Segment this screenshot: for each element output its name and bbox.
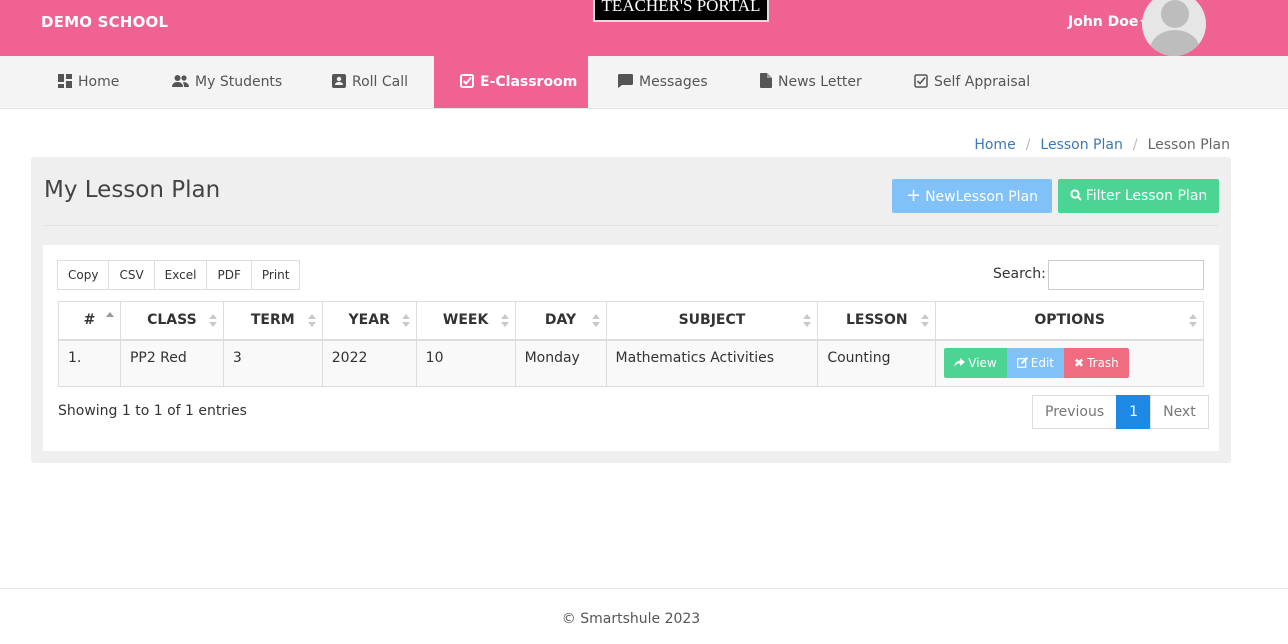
sort-icon (803, 314, 812, 328)
column-header-day[interactable]: DAY (514, 301, 607, 341)
sort-asc-icon (105, 312, 114, 326)
sort-icon (591, 314, 600, 328)
sort-icon (921, 314, 930, 328)
cell-class: PP2 Red (119, 339, 224, 387)
cell-lesson: Counting (817, 339, 937, 387)
cell-week: 10 (415, 339, 516, 387)
copyright-text: © Smartshule 2023 (561, 611, 701, 627)
cell-year: 2022 (321, 339, 417, 387)
share-arrow-icon (954, 358, 966, 368)
search-label: Search: (993, 266, 1046, 282)
column-header-lesson[interactable]: LESSON (817, 301, 937, 341)
export-buttons: Copy CSV Excel PDF Print (57, 260, 301, 290)
breadcrumb: Home / Lesson Plan / Lesson Plan (974, 137, 1230, 153)
breadcrumb-lesson-plan[interactable]: Lesson Plan (1040, 137, 1122, 153)
school-name[interactable]: DEMO SCHOOL (41, 13, 168, 31)
nav-label: My Students (195, 74, 283, 90)
column-header-options[interactable]: OPTIONS (935, 301, 1204, 341)
new-lesson-plan-button[interactable]: + NewLesson Plan (892, 179, 1052, 213)
divider (44, 225, 1218, 226)
trash-button[interactable]: ✖ Trash (1064, 348, 1129, 379)
filter-lesson-plan-button[interactable]: Filter Lesson Plan (1058, 179, 1219, 213)
next-page-button[interactable]: Next (1150, 395, 1209, 429)
nav-label: News Letter (778, 74, 862, 90)
column-header-week[interactable]: WEEK (415, 301, 516, 341)
view-button[interactable]: View (944, 348, 1007, 379)
nav-label: Self Appraisal (934, 74, 1031, 90)
breadcrumb-current: Lesson Plan (1147, 137, 1230, 153)
table-header-row: # CLASS TERM YEAR WEEK DAY SUBJECT LESSO… (58, 301, 1204, 341)
people-icon (172, 75, 189, 87)
search-input[interactable] (1048, 260, 1204, 290)
nav-item-self-appraisal[interactable]: Self Appraisal (914, 56, 1030, 108)
cell-subject: Mathematics Activities (605, 339, 819, 387)
table-row: 1. PP2 Red 3 2022 10 Monday Mathematics … (58, 339, 1204, 387)
checkbox-icon (460, 74, 474, 88)
search-icon (1070, 189, 1082, 201)
avatar[interactable] (1142, 0, 1206, 56)
contact-card-icon (332, 74, 346, 88)
nav-label: Messages (639, 74, 708, 90)
cell-day: Monday (514, 339, 607, 387)
sort-icon (307, 314, 316, 328)
column-header-subject[interactable]: SUBJECT (605, 301, 819, 341)
dashboard-icon (58, 74, 72, 88)
nav-label: Roll Call (352, 74, 409, 90)
pdf-button[interactable]: PDF (206, 260, 252, 290)
pagination: Previous 1 Next (1032, 395, 1209, 429)
checkbox-icon (914, 74, 928, 88)
previous-page-button[interactable]: Previous (1032, 395, 1118, 429)
column-header-class[interactable]: CLASS (119, 301, 224, 341)
table-card: Copy CSV Excel PDF Print Search: # CLASS… (43, 245, 1219, 451)
page-1-button[interactable]: 1 (1116, 395, 1152, 429)
nav-item-roll-call[interactable]: Roll Call (332, 56, 408, 108)
page-title: My Lesson Plan (44, 177, 221, 203)
excel-button[interactable]: Excel (153, 260, 208, 290)
column-header-number[interactable]: # (58, 301, 121, 341)
nav-label: E-Classroom (480, 74, 578, 90)
nav-item-news-letter[interactable]: News Letter (760, 56, 862, 108)
nav-label: Home (78, 74, 120, 90)
cell-number: 1. (58, 339, 121, 387)
edit-button[interactable]: Edit (1006, 348, 1064, 379)
column-header-term[interactable]: TERM (222, 301, 323, 341)
nav-item-home[interactable]: Home (58, 56, 119, 108)
nav-item-messages[interactable]: Messages (618, 56, 708, 108)
nav-item-my-students[interactable]: My Students (172, 56, 282, 108)
column-header-year[interactable]: YEAR (321, 301, 417, 341)
edit-icon (1016, 357, 1028, 369)
lesson-plan-panel: My Lesson Plan + NewLesson Plan Filter Le… (31, 157, 1231, 463)
breadcrumb-home[interactable]: Home (974, 137, 1015, 153)
footer: © Smartshule 2023 (0, 588, 1288, 644)
sort-icon (1189, 314, 1197, 328)
main-nav: Home My Students Roll Call E-Classroom M… (0, 56, 1288, 109)
user-name: John Doe (1068, 14, 1139, 30)
lesson-plan-table: # CLASS TERM YEAR WEEK DAY SUBJECT LESSO… (58, 301, 1204, 387)
top-header: DEMO SCHOOL TEACHER'S PORTAL John Doe (0, 0, 1288, 56)
chat-icon (618, 74, 633, 88)
document-icon (760, 73, 772, 88)
portal-title: TEACHER'S PORTAL (593, 0, 769, 22)
sort-icon (208, 314, 217, 328)
close-icon: ✖ (1074, 356, 1085, 371)
table-info: Showing 1 to 1 of 1 entries (58, 403, 247, 419)
sort-icon (401, 314, 410, 328)
cell-options: View Edit ✖ Trash (935, 339, 1204, 387)
cell-term: 3 (222, 339, 323, 387)
sort-icon (500, 314, 509, 328)
csv-button[interactable]: CSV (108, 260, 155, 290)
print-button[interactable]: Print (250, 260, 301, 290)
user-menu[interactable]: John Doe (1068, 14, 1149, 30)
plus-icon: + (905, 185, 922, 206)
copy-button[interactable]: Copy (57, 260, 110, 290)
nav-item-e-classroom[interactable]: E-Classroom (434, 56, 588, 108)
